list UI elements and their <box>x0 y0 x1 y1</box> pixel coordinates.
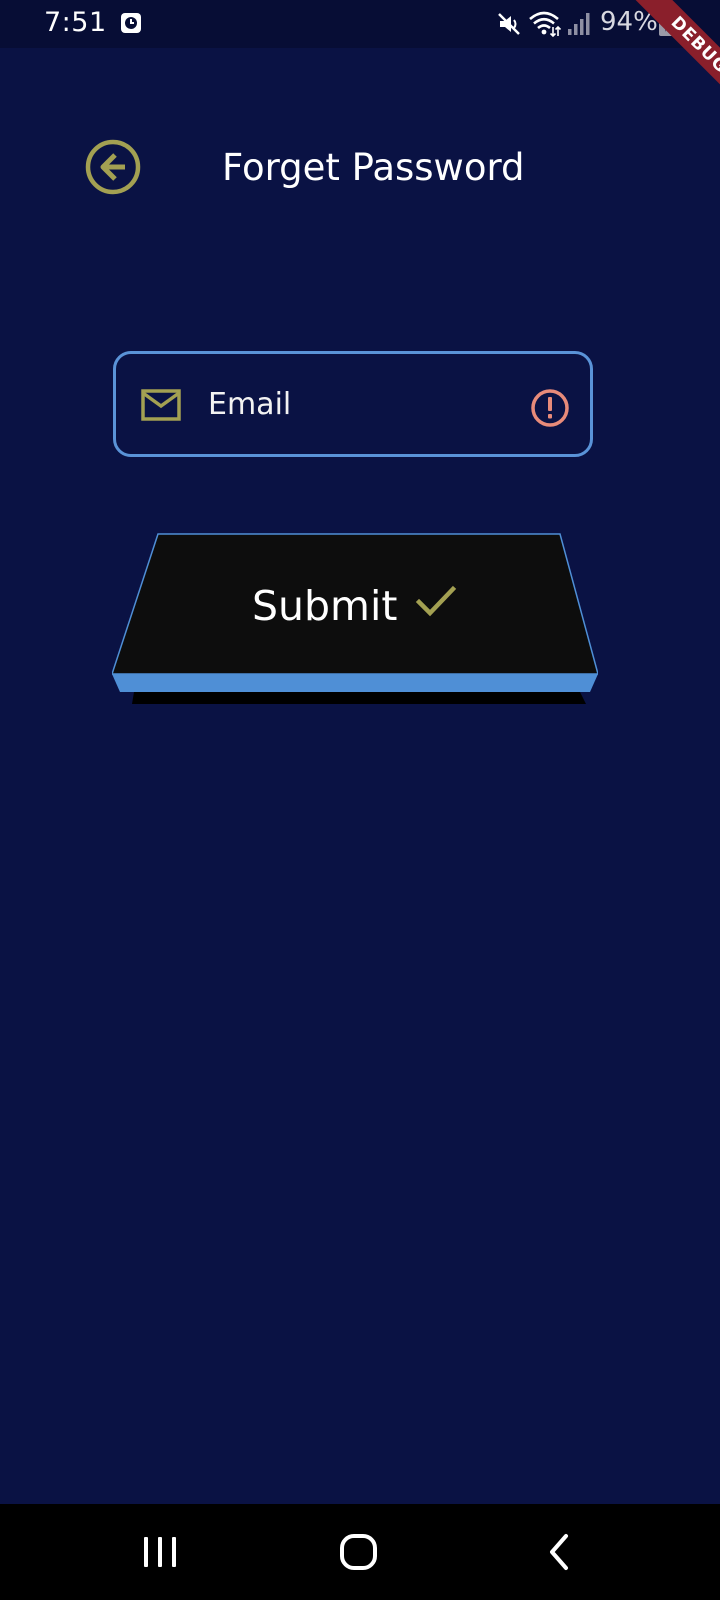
submit-button[interactable]: Submit <box>112 532 598 712</box>
check-icon <box>415 585 457 617</box>
back-arrow-circle-icon <box>85 139 141 195</box>
battery-percentage: 94% <box>600 7 658 37</box>
mail-icon <box>141 389 181 421</box>
battery-icon <box>659 11 673 36</box>
recent-apps-button[interactable] <box>136 1528 184 1576</box>
submit-label: Submit <box>252 582 398 630</box>
home-icon <box>340 1534 377 1570</box>
error-icon <box>531 389 569 427</box>
email-placeholder: Email <box>208 387 292 422</box>
signal-icon <box>568 13 590 35</box>
status-time: 7:51 <box>44 7 107 38</box>
recent-apps-icon <box>144 1537 176 1567</box>
navigation-bar <box>0 1504 720 1600</box>
status-bar: 7:51 94% <box>0 0 720 48</box>
email-field[interactable]: Email <box>113 351 593 457</box>
wifi-icon <box>529 11 562 38</box>
system-back-button[interactable] <box>538 1528 586 1576</box>
mute-icon <box>498 13 520 35</box>
app-notification-icon <box>121 13 141 33</box>
back-button[interactable] <box>84 138 142 196</box>
page-title: Forget Password <box>222 146 525 189</box>
chevron-left-icon <box>550 1534 568 1570</box>
home-button[interactable] <box>336 1528 384 1576</box>
